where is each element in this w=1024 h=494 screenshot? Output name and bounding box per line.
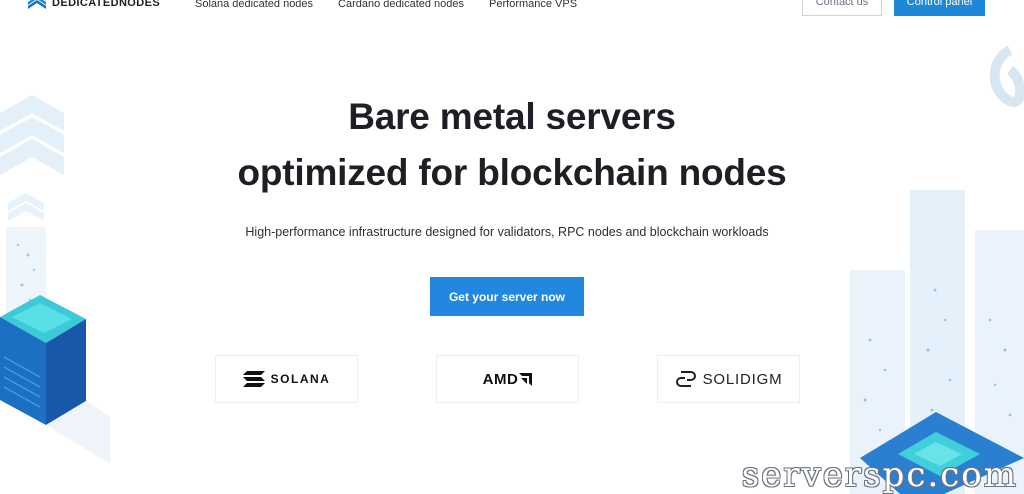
top-navigation-bar: DEDICATEDNODES Solana dedicated nodes Ca… xyxy=(0,0,1024,16)
solidigm-wordmark: SOLIDIGM xyxy=(702,370,783,388)
amd-wordmark: AMD xyxy=(482,370,519,388)
nav-item-solana-dedicated-nodes[interactable]: Solana dedicated nodes xyxy=(195,0,313,10)
watermark-text: serverspc.com xyxy=(741,455,1018,494)
hero-title-line-2: optimized for blockchain nodes xyxy=(237,152,787,193)
logo-text: DEDICATEDNODES xyxy=(52,0,161,9)
hero-subtitle: High-performance infrastructure designed… xyxy=(245,225,769,239)
partner-logo-solidigm: SOLIDIGM xyxy=(657,355,800,403)
partner-logo-solana: SOLANA xyxy=(215,355,358,403)
partner-logo-amd: AMD xyxy=(436,355,579,403)
solana-wordmark: SOLANA xyxy=(270,372,331,386)
logo-chevron-icon xyxy=(28,0,46,9)
nav-item-cardano-dedicated-nodes[interactable]: Cardano dedicated nodes xyxy=(338,0,464,10)
get-your-server-button[interactable]: Get your server now xyxy=(430,277,584,316)
hero-title-line-1: Bare metal servers xyxy=(348,96,676,137)
control-panel-button[interactable]: Control panel xyxy=(894,0,985,16)
site-logo[interactable]: DEDICATEDNODES xyxy=(28,0,160,10)
contact-us-button[interactable]: Contact us xyxy=(802,0,882,16)
solana-logo-icon xyxy=(242,371,265,387)
solidigm-logo-icon xyxy=(675,371,696,387)
nav-item-performance-vps[interactable]: Performance VPS xyxy=(489,0,577,10)
amd-arrow-icon xyxy=(519,372,533,386)
main-nav: Solana dedicated nodes Cardano dedicated… xyxy=(195,0,577,10)
